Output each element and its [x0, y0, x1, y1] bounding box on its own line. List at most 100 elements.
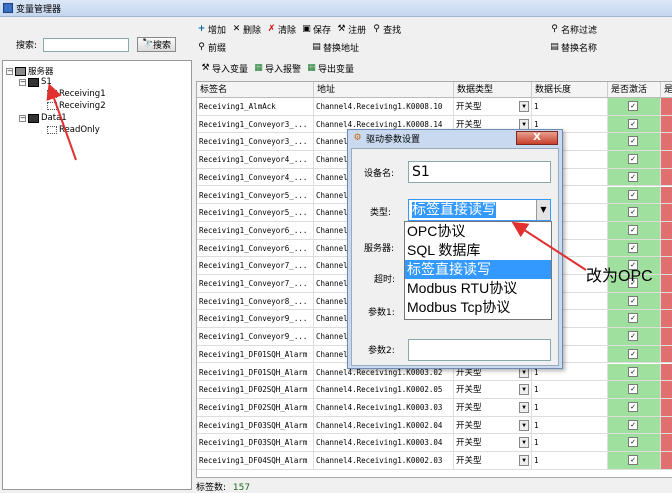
name-filter-button[interactable]: ⚲ 名称过滤 [547, 23, 600, 37]
cell-address[interactable]: Channel4.Receiving1.K0008.10 [314, 98, 454, 116]
datatype-select[interactable]: 开关型 [456, 438, 482, 448]
active-checkbox[interactable]: ✓ [628, 101, 638, 111]
datatype-select[interactable]: 开关型 [456, 368, 482, 378]
chevron-down-icon[interactable]: ▼ [519, 437, 529, 449]
cell-active[interactable]: ✓ [608, 452, 661, 470]
chevron-down-icon[interactable]: ▼ [519, 401, 529, 413]
cell-active[interactable]: ✓ [608, 416, 661, 435]
cell-tag-name[interactable]: Receiving1_Conveyor6_... [197, 221, 314, 240]
tree-node-server[interactable]: − 服务器 [6, 65, 54, 77]
cell-tag-name[interactable]: Receiving1_Conveyor8_... [197, 292, 314, 311]
register-button[interactable]: ⚒ 注册 [334, 23, 369, 37]
cell-tag-name[interactable]: Receiving1_DF01SQH_Alarm [197, 345, 314, 364]
cell-address[interactable]: Channel4.Receiving1.K0003.03 [314, 398, 454, 417]
chevron-down-icon[interactable]: ▼ [536, 200, 550, 220]
cell-tag-name[interactable]: Receiving1_Conveyor5_... [197, 204, 314, 222]
cell-address[interactable]: Channel4.Receiving1.K0002.03 [314, 452, 454, 470]
find-button[interactable]: ⚲ 查找 [369, 23, 404, 37]
active-checkbox[interactable]: ✓ [628, 348, 638, 359]
cell-tag-name[interactable]: Receiving1_Conveyor9_... [197, 328, 314, 346]
cell-datatype[interactable]: 开关型 ▼ [454, 452, 532, 470]
active-checkbox[interactable]: ✓ [628, 401, 638, 412]
cell-tag-name[interactable]: Receiving1_Conveyor6_... [197, 239, 314, 258]
cell-active[interactable]: ✓ [608, 292, 661, 311]
cell-extra[interactable] [661, 151, 672, 169]
column-header-extra[interactable]: 是 [661, 82, 672, 98]
cell-active[interactable]: ✓ [608, 133, 661, 152]
collapse-icon[interactable]: − [6, 67, 13, 75]
active-checkbox[interactable]: ✓ [628, 154, 638, 165]
cell-extra[interactable] [661, 133, 672, 152]
active-checkbox[interactable]: ✓ [628, 242, 638, 253]
datatype-select[interactable]: 开关型 [456, 421, 482, 431]
option-opc[interactable]: OPC协议 [405, 222, 551, 241]
add-button[interactable]: + 增加 [194, 23, 229, 37]
tree-node-readonly[interactable]: ReadOnly [47, 125, 100, 135]
cell-extra[interactable] [661, 328, 672, 346]
tree-node-data1[interactable]: − Data1 [19, 113, 67, 123]
cell-extra[interactable] [661, 398, 672, 417]
column-header-address[interactable]: 地址 [314, 82, 454, 98]
active-checkbox[interactable]: ✓ [628, 207, 638, 218]
type-dropdown-list[interactable]: OPC协议 SQL 数据库 标签直接读写 Modbus RTU协议 Modbus… [404, 221, 552, 320]
cell-extra[interactable] [661, 221, 672, 240]
type-select[interactable]: 标签直接读写 ▼ [408, 199, 551, 221]
cell-extra[interactable] [661, 98, 672, 116]
cell-active[interactable]: ✓ [608, 186, 661, 205]
replace-name-button[interactable]: ▤ 替换名称 [547, 41, 600, 55]
cell-active[interactable]: ✓ [608, 310, 661, 329]
chevron-down-icon[interactable]: ▼ [519, 384, 529, 396]
cell-address[interactable]: Channel4.Receiving1.K0002.05 [314, 381, 454, 399]
option-tag-direct[interactable]: 标签直接读写 [405, 260, 551, 279]
column-header-active[interactable]: 是否激活 [608, 82, 661, 98]
clear-button[interactable]: ✗ 清除 [264, 23, 299, 37]
device-name-input[interactable]: S1 [408, 161, 551, 183]
tree-node-s1[interactable]: − S1 [19, 77, 52, 87]
active-checkbox[interactable]: ✓ [628, 313, 638, 324]
cell-active[interactable]: ✓ [608, 98, 661, 116]
column-header-length[interactable]: 数据长度 [532, 82, 608, 98]
cell-active[interactable]: ✓ [608, 381, 661, 399]
replace-address-button[interactable]: ▤ 替换地址 [309, 41, 362, 55]
cell-length[interactable]: 1 [532, 452, 608, 470]
import-alarms-button[interactable]: ▦ 导入报警 [251, 62, 304, 76]
column-header-name[interactable]: 标签名 [197, 82, 314, 98]
chevron-down-icon[interactable]: ▼ [519, 101, 529, 112]
datatype-select[interactable]: 开关型 [456, 456, 482, 466]
export-vars-button[interactable]: ▦ 导出变量 [304, 62, 357, 76]
device-tree[interactable]: − 服务器 − S1 Receiving1 Receiving2 − Data1 Re… [2, 60, 192, 490]
cell-tag-name[interactable]: Receiving1_Conveyor7_... [197, 257, 314, 275]
active-checkbox[interactable]: ✓ [628, 419, 638, 430]
cell-active[interactable]: ✓ [608, 221, 661, 240]
cell-active[interactable]: ✓ [608, 239, 661, 258]
cell-extra[interactable] [661, 204, 672, 222]
cell-active[interactable]: ✓ [608, 151, 661, 169]
cell-datatype[interactable]: 开关型 ▼ [454, 416, 532, 435]
cell-active[interactable]: ✓ [608, 345, 661, 364]
cell-active[interactable]: ✓ [608, 398, 661, 417]
cell-extra[interactable] [661, 186, 672, 205]
cell-extra[interactable] [661, 416, 672, 435]
cell-length[interactable]: 1 [532, 98, 608, 116]
tree-node-receiving2[interactable]: Receiving2 [47, 101, 106, 111]
cell-datatype[interactable]: 开关型 ▼ [454, 434, 532, 452]
cell-extra[interactable] [661, 345, 672, 364]
datatype-select[interactable]: 开关型 [456, 403, 482, 413]
cell-tag-name[interactable]: Receiving1_DF04SQH_Alarm [197, 452, 314, 470]
option-sql[interactable]: SQL 数据库 [405, 241, 551, 260]
cell-active[interactable]: ✓ [608, 204, 661, 222]
cell-address[interactable]: Channel4.Receiving1.K0002.04 [314, 416, 454, 435]
active-checkbox[interactable]: ✓ [628, 224, 638, 235]
collapse-icon[interactable]: − [19, 78, 26, 86]
cell-tag-name[interactable]: Receiving1_DF03SQH_Alarm [197, 416, 314, 435]
cell-extra[interactable] [661, 257, 672, 275]
import-vars-button[interactable]: ⚒ 导入变量 [198, 62, 251, 76]
column-header-datatype[interactable]: 数据类型 [454, 82, 532, 98]
cell-tag-name[interactable]: Receiving1_Conveyor4_... [197, 151, 314, 169]
cell-tag-name[interactable]: Receiving1_Conveyor7_... [197, 275, 314, 293]
cell-datatype[interactable]: 开关型 ▼ [454, 398, 532, 417]
chevron-down-icon[interactable]: ▼ [519, 419, 529, 431]
close-button[interactable]: X [516, 131, 558, 145]
active-checkbox[interactable]: ✓ [628, 437, 638, 448]
active-checkbox[interactable]: ✓ [628, 331, 638, 342]
